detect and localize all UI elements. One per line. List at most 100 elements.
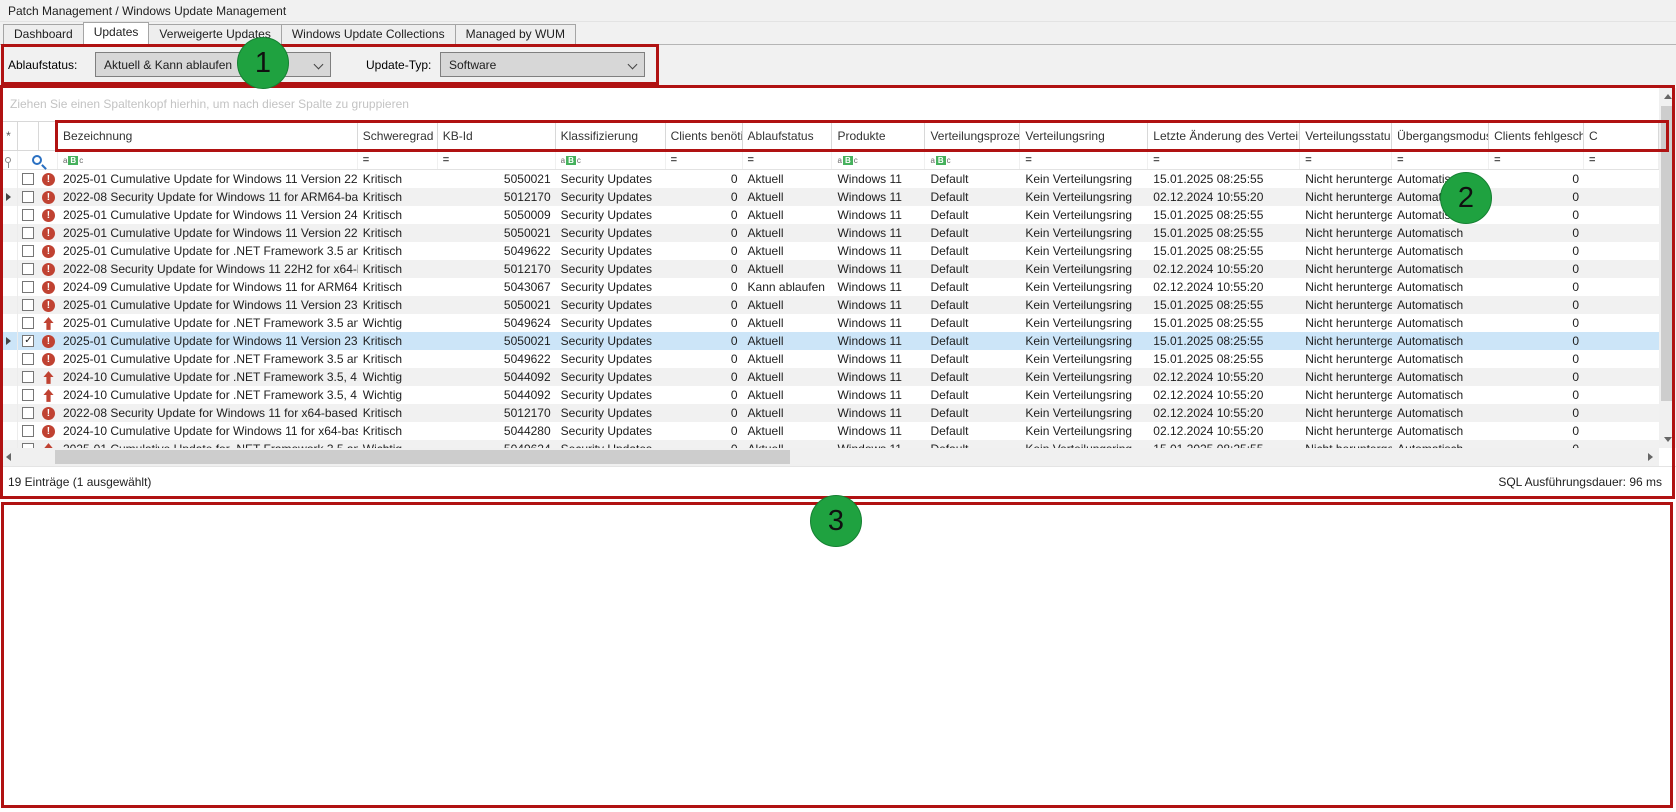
column-header-bezeichnung[interactable]: Bezeichnung: [58, 122, 358, 150]
table-row[interactable]: !2022-08 Security Update for Windows 11 …: [0, 260, 1659, 278]
cell-produkte: Windows 11: [832, 188, 925, 206]
filter-cell-clients-fehlgeschla[interactable]: =: [1489, 151, 1584, 169]
cell-clients-fehlgeschla: 0: [1489, 242, 1584, 260]
table-row[interactable]: 2024-10 Cumulative Update for .NET Frame…: [0, 386, 1659, 404]
cell-c: [1584, 422, 1659, 440]
table-row[interactable]: !2022-08 Security Update for Windows 11 …: [0, 188, 1659, 206]
cell-bezeichnung: 2024-10 Cumulative Update for .NET Frame…: [58, 368, 358, 386]
table-row[interactable]: !2022-08 Security Update for Windows 11 …: [0, 404, 1659, 422]
entries-count: 19 Einträge (1 ausgewählt): [8, 475, 151, 489]
vertical-scrollbar-thumb[interactable]: [1661, 106, 1674, 401]
row-checkbox-cell: [18, 278, 39, 296]
horizontal-scrollbar-thumb[interactable]: [55, 450, 790, 464]
column-header-produkte[interactable]: Produkte: [832, 122, 925, 150]
cell-verteilungsring: Kein Verteilungsring: [1020, 296, 1148, 314]
table-row[interactable]: !2024-09 Cumulative Update for Windows 1…: [0, 278, 1659, 296]
column-header-letzte-nderung-des-verteilungsri[interactable]: Letzte Änderung des Verteilungsri...: [1148, 122, 1300, 150]
column-header-klassifizierung[interactable]: Klassifizierung: [556, 122, 666, 150]
row-indicator: [0, 422, 18, 440]
row-checkbox[interactable]: [22, 209, 34, 221]
scroll-down-icon[interactable]: [1664, 437, 1672, 442]
filter-cell-letzte-nderung-des-verteilungsri[interactable]: =: [1148, 151, 1300, 169]
filter-cell-ablaufstatus[interactable]: =: [743, 151, 833, 169]
update-typ-dropdown[interactable]: Software: [440, 52, 645, 77]
cell-bezeichnung: 2022-08 Security Update for Windows 11 f…: [58, 404, 358, 422]
row-checkbox[interactable]: [22, 389, 34, 401]
row-checkbox[interactable]: [22, 335, 34, 347]
row-checkbox[interactable]: [22, 173, 34, 185]
tab-verweigerte-updates[interactable]: Verweigerte Updates: [148, 24, 281, 44]
severity-icon-cell: !: [39, 350, 58, 368]
ablaufstatus-dropdown[interactable]: Aktuell & Kann ablaufen: [95, 52, 331, 77]
cell-klassifizierung: Security Updates: [556, 188, 666, 206]
filter-cell-clients-ben-tigt[interactable]: =: [666, 151, 743, 169]
equals-filter-icon: =: [363, 154, 369, 166]
row-checkbox[interactable]: [22, 425, 34, 437]
tab-dashboard[interactable]: Dashboard: [3, 24, 84, 44]
cell-clients-ben-tigt: 0: [666, 422, 743, 440]
cell-verteilungsstatus: Nicht heruntergel...: [1300, 404, 1392, 422]
tab-updates[interactable]: Updates: [83, 22, 150, 45]
table-row[interactable]: !2025-01 Cumulative Update for Windows 1…: [0, 296, 1659, 314]
row-checkbox[interactable]: [22, 227, 34, 239]
row-checkbox[interactable]: [22, 371, 34, 383]
cell-verteilungsring: Kein Verteilungsring: [1020, 224, 1148, 242]
row-checkbox[interactable]: [22, 281, 34, 293]
table-row[interactable]: !2025-01 Cumulative Update for Windows 1…: [0, 224, 1659, 242]
row-checkbox[interactable]: [22, 263, 34, 275]
scroll-up-icon[interactable]: [1664, 94, 1672, 99]
table-row[interactable]: !2025-01 Cumulative Update for Windows 1…: [0, 332, 1659, 350]
row-checkbox-cell: [18, 404, 39, 422]
tab-managed-by-wum[interactable]: Managed by WUM: [455, 24, 576, 44]
column-header-verteilungsstatus[interactable]: Verteilungsstatus: [1300, 122, 1392, 150]
table-row[interactable]: !2025-01 Cumulative Update for .NET Fram…: [0, 350, 1659, 368]
severity-icon-cell: !: [39, 224, 58, 242]
column-header-clients-ben-tigt[interactable]: Clients benötigt: [666, 122, 743, 150]
filter-cell-verteilungsring[interactable]: =: [1020, 151, 1148, 169]
column-header-schweregrad[interactable]: Schweregrad: [358, 122, 438, 150]
filter-cell-kb-id[interactable]: =: [438, 151, 556, 169]
column-header-ablaufstatus[interactable]: Ablaufstatus: [743, 122, 833, 150]
filter-cell-klassifizierung[interactable]: aBc: [556, 151, 666, 169]
cell-bergangsmodus: Automatisch: [1392, 188, 1489, 206]
row-checkbox[interactable]: [22, 353, 34, 365]
table-row[interactable]: !2025-01 Cumulative Update for Windows 1…: [0, 170, 1659, 188]
select-all-header[interactable]: *: [0, 122, 18, 150]
table-row[interactable]: !2024-10 Cumulative Update for Windows 1…: [0, 422, 1659, 440]
row-checkbox[interactable]: [22, 407, 34, 419]
row-checkbox[interactable]: [22, 299, 34, 311]
column-header-kb-id[interactable]: KB-Id: [438, 122, 556, 150]
row-indicator: [0, 386, 18, 404]
column-header-clients-fehlgeschla[interactable]: Clients fehlgeschla...: [1489, 122, 1584, 150]
search-icon[interactable]: [18, 151, 58, 169]
row-checkbox[interactable]: [22, 245, 34, 257]
filter-cell-c[interactable]: =: [1584, 151, 1659, 169]
row-checkbox[interactable]: [22, 317, 34, 329]
horizontal-scrollbar[interactable]: [0, 448, 1659, 466]
vertical-scrollbar[interactable]: [1659, 88, 1676, 448]
scroll-left-icon[interactable]: [6, 453, 11, 461]
column-header-verteilungsring[interactable]: Verteilungsring: [1020, 122, 1148, 150]
row-checkbox[interactable]: [22, 191, 34, 203]
ablaufstatus-label: Ablaufstatus:: [8, 58, 77, 72]
scroll-right-icon[interactable]: [1648, 453, 1653, 461]
table-row[interactable]: !2025-01 Cumulative Update for .NET Fram…: [0, 242, 1659, 260]
filter-cell-produkte[interactable]: aBc: [832, 151, 925, 169]
cell-verteilungsring: Kein Verteilungsring: [1020, 422, 1148, 440]
pin-icon[interactable]: [0, 151, 18, 169]
column-header-verteilungsprozess[interactable]: Verteilungsprozess: [925, 122, 1020, 150]
filter-cell-verteilungsstatus[interactable]: =: [1300, 151, 1392, 169]
filter-cell-schweregrad[interactable]: =: [358, 151, 438, 169]
table-row[interactable]: 2025-01 Cumulative Update for .NET Frame…: [0, 440, 1659, 448]
filter-cell-verteilungsprozess[interactable]: aBc: [925, 151, 1020, 169]
tab-windows-update-collections[interactable]: Windows Update Collections: [281, 24, 456, 44]
column-header-bergangsmodus[interactable]: Übergangsmodus: [1392, 122, 1489, 150]
table-row[interactable]: 2024-10 Cumulative Update for .NET Frame…: [0, 368, 1659, 386]
table-row[interactable]: !2025-01 Cumulative Update for Windows 1…: [0, 206, 1659, 224]
column-header-c[interactable]: C: [1584, 122, 1659, 150]
filter-cell-bezeichnung[interactable]: aBc: [58, 151, 358, 169]
cell-kb-id: 5012170: [438, 188, 556, 206]
filter-cell-bergangsmodus[interactable]: =: [1392, 151, 1489, 169]
cell-kb-id: 5049622: [438, 242, 556, 260]
table-row[interactable]: 2025-01 Cumulative Update for .NET Frame…: [0, 314, 1659, 332]
